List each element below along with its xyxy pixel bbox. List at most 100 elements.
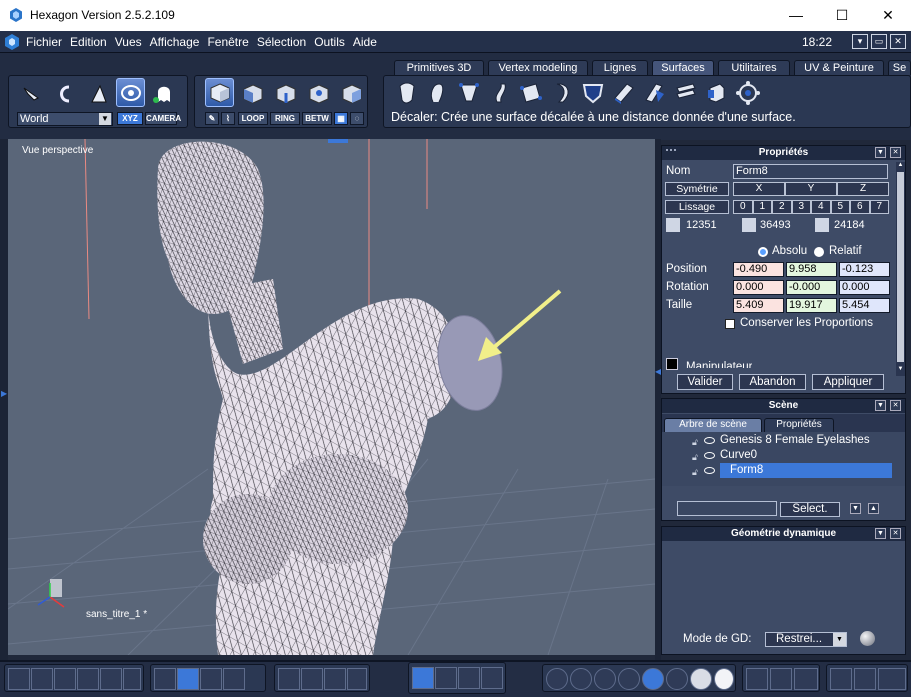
symmetry-z-button[interactable]: Z: [837, 182, 889, 196]
lighting-icon[interactable]: [746, 668, 768, 690]
grid-color-icon[interactable]: [177, 668, 199, 690]
smooth-wire-sphere-icon[interactable]: [642, 668, 664, 690]
brush-select-icon[interactable]: ✎: [205, 112, 219, 125]
smooth-sphere-icon[interactable]: [618, 668, 640, 690]
dyn-geo-menu-icon[interactable]: ▼: [875, 528, 886, 539]
select-face-icon[interactable]: [238, 79, 267, 108]
scale-gizmo-icon[interactable]: [481, 667, 503, 689]
lock-icon[interactable]: 🔓︎: [692, 437, 698, 448]
symmetry-x-button[interactable]: X: [733, 182, 785, 196]
coordinate-system-select[interactable]: World ▼: [17, 112, 113, 126]
bounding-box-icon[interactable]: [878, 668, 906, 690]
lock-icon[interactable]: 🔓︎: [692, 452, 698, 463]
smooth-level-6[interactable]: 6: [850, 200, 870, 214]
eye-icon[interactable]: [704, 437, 715, 444]
menu-affichage[interactable]: Affichage: [150, 35, 200, 49]
thickness-surface-icon[interactable]: [609, 78, 638, 107]
tab-more[interactable]: Se: [888, 60, 911, 75]
axis-gizmo-icon[interactable]: [412, 667, 434, 689]
properties-close-icon[interactable]: ✕: [890, 147, 901, 158]
size-z-field[interactable]: 5.454: [839, 298, 890, 313]
menu-edition[interactable]: Edition: [70, 35, 107, 49]
menu-fenetre[interactable]: Fenêtre: [207, 35, 248, 49]
fill-hole-icon[interactable]: [640, 78, 669, 107]
offset-surface-icon[interactable]: [578, 78, 607, 107]
maximize-button[interactable]: ☐: [819, 0, 865, 31]
molecule-icon[interactable]: [794, 668, 818, 690]
scroll-thumb[interactable]: [897, 172, 904, 362]
grid-red-icon[interactable]: [200, 668, 222, 690]
select-object-button[interactable]: [205, 78, 234, 107]
loft-surface-icon[interactable]: [392, 78, 421, 107]
xyz-button[interactable]: XYZ: [117, 112, 143, 125]
zoom-view-icon[interactable]: [324, 668, 346, 690]
eye-icon[interactable]: [704, 467, 715, 474]
coons-surface-icon[interactable]: [516, 78, 545, 107]
position-z-field[interactable]: -0.123: [839, 262, 890, 277]
pointer-sphere-icon[interactable]: [714, 668, 734, 690]
lasso-select-icon[interactable]: ⌇: [221, 112, 235, 125]
size-x-field[interactable]: 5.409: [733, 298, 784, 313]
smooth-level-3[interactable]: 3: [791, 200, 811, 214]
panel-grip-icon[interactable]: [666, 149, 676, 157]
select-button[interactable]: Select.: [780, 502, 840, 517]
top-splitter-handle[interactable]: [328, 139, 348, 143]
close-button[interactable]: ✕: [865, 0, 911, 31]
position-x-field[interactable]: -0.490: [733, 262, 784, 277]
cancel-button[interactable]: Abandon: [739, 374, 806, 390]
apply-button[interactable]: Appliquer: [812, 374, 884, 390]
mdi-minimize-button[interactable]: ▾: [852, 34, 868, 49]
mdi-close-button[interactable]: ✕: [890, 34, 906, 49]
rotate-tool-icon[interactable]: [83, 79, 112, 108]
scene-close-icon[interactable]: ✕: [890, 400, 901, 411]
between-button[interactable]: BETW: [302, 112, 332, 125]
select-auto-icon[interactable]: [337, 79, 366, 108]
birail-surface-icon[interactable]: [547, 78, 576, 107]
rotate-gizmo-icon[interactable]: [458, 667, 480, 689]
smooth-level-7[interactable]: 7: [869, 200, 889, 214]
absolute-radio[interactable]: [758, 247, 768, 257]
gd-sphere-icon[interactable]: [860, 631, 875, 646]
select-vertex-icon[interactable]: [304, 79, 333, 108]
revolve-surface-icon[interactable]: [423, 78, 452, 107]
position-y-field[interactable]: 9.958: [786, 262, 837, 277]
smooth-level-0[interactable]: 0: [733, 200, 753, 214]
shrink-select-icon[interactable]: ◌: [350, 112, 364, 125]
wireframe-sphere-icon[interactable]: [546, 668, 568, 690]
menu-selection[interactable]: Sélection: [257, 35, 306, 49]
hidden-line-sphere-icon[interactable]: [570, 668, 592, 690]
camera-button[interactable]: CAMERA: [145, 112, 181, 125]
scroll-up-icon[interactable]: ▲: [896, 162, 905, 171]
scroll-down-icon[interactable]: ▼: [896, 366, 905, 375]
menu-fichier[interactable]: Fichier: [26, 35, 62, 49]
gd-mode-select[interactable]: Restrei... ▼: [765, 632, 847, 647]
scene-menu-icon[interactable]: ▼: [875, 400, 886, 411]
layout-quad-icon[interactable]: [31, 668, 53, 690]
grid-toggle-icon[interactable]: [223, 668, 245, 690]
lock-icon[interactable]: 🔓︎: [692, 467, 698, 478]
tab-lignes[interactable]: Lignes: [592, 60, 648, 75]
strip-surface-icon[interactable]: [671, 78, 700, 107]
smooth-level-1[interactable]: 1: [752, 200, 772, 214]
rotation-x-field[interactable]: 0.000: [733, 280, 784, 295]
tab-utilitaires[interactable]: Utilitaires: [718, 60, 790, 75]
layout-three-icon[interactable]: [77, 668, 99, 690]
smooth-level-4[interactable]: 4: [811, 200, 831, 214]
scene-item-eyelashes[interactable]: Genesis 8 Female Eyelashes: [720, 433, 892, 448]
extrude-surface-icon[interactable]: [454, 78, 483, 107]
minimize-button[interactable]: —: [773, 0, 819, 31]
symmetry-button[interactable]: Symétrie: [665, 182, 729, 196]
shadow-icon[interactable]: [770, 668, 792, 690]
tab-scene-properties[interactable]: Propriétés: [764, 418, 834, 432]
backface-icon[interactable]: [830, 668, 852, 690]
cube-display-icon[interactable]: [854, 668, 876, 690]
select-tool-icon[interactable]: [17, 79, 46, 108]
shell-surface-icon[interactable]: [733, 78, 762, 107]
relative-radio[interactable]: [814, 247, 824, 257]
size-y-field[interactable]: 19.917: [786, 298, 837, 313]
look-view-icon[interactable]: [347, 668, 367, 690]
left-panel-collapse[interactable]: ▶: [0, 139, 8, 660]
scene-item-form8[interactable]: Form8: [720, 463, 892, 478]
sweep-surface-icon[interactable]: [485, 78, 514, 107]
properties-scrollbar[interactable]: ▲ ▼: [896, 162, 905, 376]
